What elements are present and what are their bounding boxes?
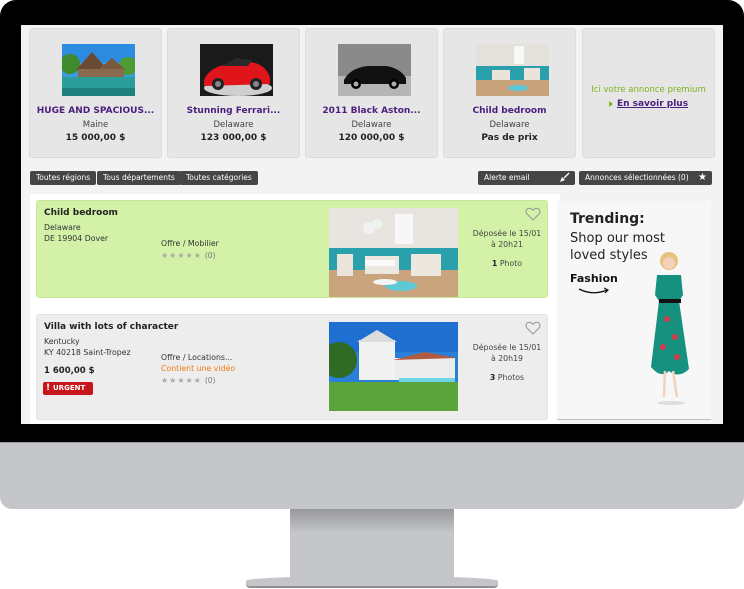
featured-title[interactable]: HUGE AND SPACIOUS... — [30, 106, 161, 116]
featured-price: 123 000,00 $ — [200, 133, 267, 143]
fashion-model-image — [651, 252, 689, 405]
villa-pool-photo — [62, 44, 135, 96]
heart-icon[interactable] — [525, 207, 541, 221]
listings-list: Child bedroom Delaware DE 19904 Dover Of… — [30, 194, 560, 424]
featured-title[interactable]: 2011 Black Aston... — [306, 106, 437, 116]
smile-arrow-icon — [578, 287, 610, 294]
listing-region: Kentucky — [44, 337, 80, 346]
monitor-stand — [290, 509, 454, 579]
featured-card[interactable]: Stunning Ferrari... Delaware 123 000,00 … — [167, 28, 300, 158]
premium-card: Ici votre annonce premium En savoir plus — [582, 28, 715, 158]
featured-region: Delaware — [351, 120, 392, 130]
arrow-right-icon — [608, 100, 613, 107]
listing-price: 1 600,00 $ — [44, 366, 95, 376]
featured-card[interactable]: 2011 Black Aston... Delaware 120 000,00 … — [305, 28, 438, 158]
all-departments-button[interactable]: Tous départements — [97, 171, 181, 185]
listing-title[interactable]: Villa with lots of character — [44, 322, 178, 332]
featured-price: Pas de prix — [481, 133, 538, 143]
video-notice: Contient une vidéo — [161, 364, 236, 373]
rating-stars[interactable]: ★★★★★ (0) — [161, 251, 215, 260]
featured-title[interactable]: Child bedroom — [444, 106, 575, 116]
selected-ads-label: Annonces sélectionnées (0) — [585, 173, 689, 182]
listing-photo[interactable] — [329, 208, 458, 297]
featured-card[interactable]: HUGE AND SPACIOUS... Maine 15 000,00 $ — [29, 28, 162, 158]
all-categories-button[interactable]: Toutes catégories — [180, 171, 258, 185]
featured-region: Delaware — [489, 120, 530, 130]
listing-date: Déposée le 15/01 à 20h21 — [472, 229, 542, 249]
premium-text: Ici votre annonce premium — [591, 85, 706, 95]
email-alert-button[interactable]: Alerte email — [478, 171, 575, 185]
rating-count: (0) — [204, 251, 216, 260]
black-aston-photo — [338, 44, 411, 96]
listing-photo[interactable] — [329, 322, 458, 411]
featured-price: 120 000,00 $ — [338, 133, 405, 143]
ad-brand: Fashion — [570, 272, 618, 285]
monitor-base — [246, 576, 498, 588]
red-ferrari-photo — [200, 44, 273, 96]
listing-item[interactable]: Child bedroom Delaware DE 19904 Dover Of… — [36, 200, 548, 298]
monitor-chin — [0, 442, 744, 509]
listing-address: KY 40218 Saint-Tropez — [44, 348, 131, 357]
ad-headline: Trending: — [570, 211, 645, 227]
rating-stars[interactable]: ★★★★★ (0) — [161, 376, 215, 385]
listing-title[interactable]: Child bedroom — [44, 208, 118, 218]
featured-price: 15 000,00 $ — [65, 133, 126, 143]
urgent-badge: ! URGENT — [43, 382, 93, 395]
featured-listings: HUGE AND SPACIOUS... Maine 15 000,00 $ S… — [21, 28, 723, 160]
listing-date: Déposée le 15/01 à 20h19 — [472, 343, 542, 363]
broom-icon — [559, 172, 570, 187]
rating-count: (0) — [204, 376, 216, 385]
screen: HUGE AND SPACIOUS... Maine 15 000,00 $ S… — [21, 25, 723, 424]
listing-category: Offre / Mobilier — [161, 239, 219, 248]
featured-title[interactable]: Stunning Ferrari... — [168, 106, 299, 116]
email-alert-label: Alerte email — [484, 173, 530, 182]
all-regions-button[interactable]: Toutes régions — [30, 171, 97, 185]
featured-card[interactable]: Child bedroom Delaware Pas de prix — [443, 28, 576, 158]
heart-icon[interactable] — [525, 321, 541, 335]
listing-address: DE 19904 Dover — [44, 234, 109, 243]
selected-ads-button[interactable]: Annonces sélectionnées (0) ★ — [579, 171, 712, 185]
child-bedroom-photo — [476, 44, 549, 96]
listing-item[interactable]: Villa with lots of character Kentucky KY… — [36, 314, 548, 420]
featured-region: Maine — [82, 120, 109, 130]
exclamation-icon: ! — [45, 383, 51, 393]
star-icon: ★ — [698, 172, 707, 183]
photo-count: 1 Photo — [491, 259, 523, 268]
featured-region: Delaware — [213, 120, 254, 130]
learn-more-link[interactable]: En savoir plus — [583, 99, 714, 109]
listing-category: Offre / Locations... — [161, 353, 233, 362]
fashion-ad[interactable]: Trending: Shop our most loved styles Fas… — [557, 201, 711, 420]
learn-more-label: En savoir plus — [616, 99, 689, 109]
listing-region: Delaware — [44, 223, 81, 232]
photo-count: 3 Photos — [489, 373, 525, 382]
